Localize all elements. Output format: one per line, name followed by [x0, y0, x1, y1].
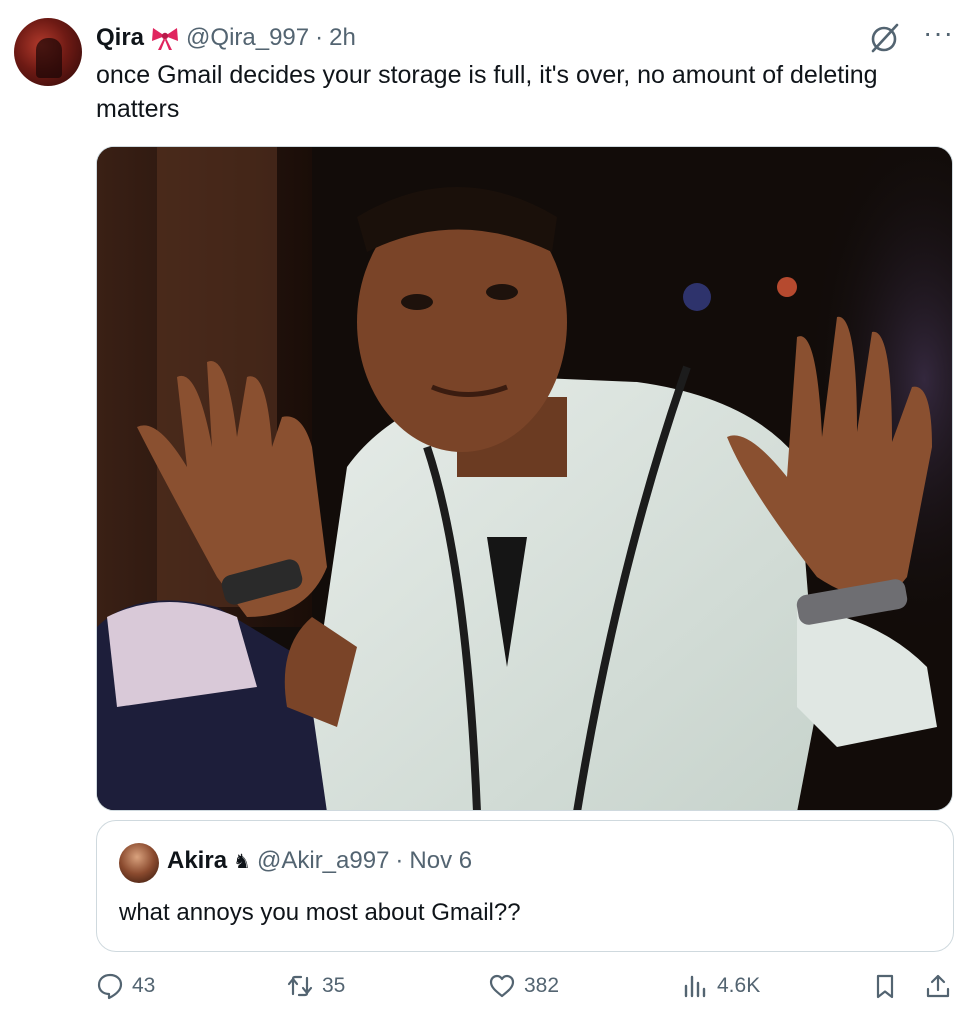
grok-icon[interactable]	[867, 20, 903, 56]
tweet-image[interactable]	[96, 146, 953, 811]
tweet-text: once Gmail decides your storage is full,…	[96, 61, 878, 123]
red-bow-icon	[152, 28, 179, 50]
share-button[interactable]	[924, 972, 952, 1000]
share-icon	[926, 974, 950, 998]
retweet-button[interactable]: 35	[286, 972, 345, 1000]
retweet-icon	[287, 975, 313, 997]
quoted-tweet-header: Akira ♞ @Akir_a997 · Nov 6	[167, 847, 472, 875]
views-count: 4.6K	[717, 974, 761, 997]
more-icon[interactable]: ···	[923, 19, 954, 47]
reply-icon	[97, 973, 123, 1000]
quoted-author-handle: @Akir_a997	[256, 847, 390, 874]
tweet-header: Qira @Qira_997 · 2h	[96, 22, 356, 54]
quoted-author-name: Akira	[167, 847, 228, 874]
retweet-count: 35	[322, 974, 346, 997]
separator-dot: ·	[395, 847, 404, 874]
like-icon	[489, 974, 515, 998]
tweet-time[interactable]: 2h	[329, 24, 356, 52]
views-button[interactable]: 4.6K	[681, 972, 760, 1000]
reply-button[interactable]: 43	[96, 972, 155, 1000]
author-avatar[interactable]	[14, 18, 82, 86]
action-bar: 43 35 382 4.6K	[96, 972, 956, 1012]
bookmark-icon	[876, 974, 894, 999]
quoted-tweet-date: Nov 6	[409, 847, 473, 874]
knight-icon: ♞	[233, 850, 251, 873]
quoted-author-avatar	[119, 843, 159, 883]
quoted-tweet[interactable]: Akira ♞ @Akir_a997 · Nov 6 what annoys y…	[96, 820, 954, 952]
bookmark-button[interactable]	[871, 972, 899, 1000]
reply-count: 43	[132, 974, 156, 997]
author-handle[interactable]: @Qira_997	[186, 24, 309, 52]
author-name[interactable]: Qira	[96, 24, 144, 52]
like-button[interactable]: 382	[488, 972, 559, 1000]
separator-dot: ·	[315, 24, 324, 51]
like-count: 382	[524, 974, 560, 997]
quoted-tweet-text: what annoys you most about Gmail??	[119, 899, 521, 926]
views-icon	[684, 975, 706, 998]
